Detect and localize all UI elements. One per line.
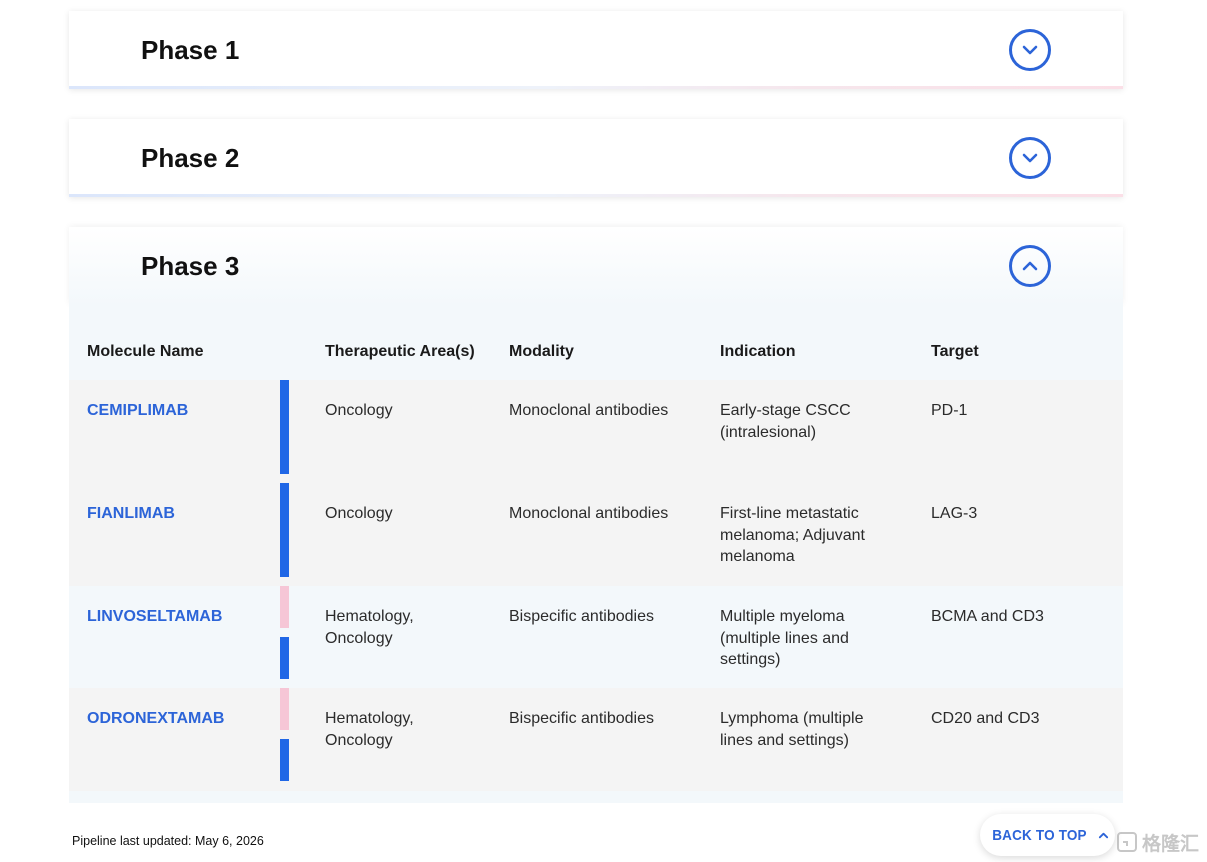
back-to-top-label: BACK TO TOP xyxy=(991,826,1087,844)
column-header-therapeutic-area: Therapeutic Area(s) xyxy=(325,343,475,360)
table-row: FIANLIMAB Oncology Monoclonal antibodies… xyxy=(69,483,1123,586)
column-header-modality: Modality xyxy=(509,343,574,360)
indication-cell: Multiple myeloma (multiple lines and set… xyxy=(720,608,849,668)
phase-bar xyxy=(280,739,289,781)
indication-cell: Lymphoma (multiple lines and settings) xyxy=(720,710,864,749)
accordion-phase-1[interactable]: Phase 1 xyxy=(69,11,1123,89)
molecule-name-link[interactable]: LINVOSELTAMAB xyxy=(87,606,222,628)
accordion-divider xyxy=(69,194,1123,197)
phase-bar xyxy=(280,380,289,474)
table-header: Molecule Name Therapeutic Area(s) Modali… xyxy=(69,305,1123,380)
collapse-toggle-button[interactable] xyxy=(1009,245,1051,287)
accordion-title: Phase 2 xyxy=(141,143,240,173)
watermark-logo: 格隆汇 xyxy=(1116,828,1199,856)
therapeutic-area-cell: Oncology xyxy=(325,505,393,522)
column-header-indication: Indication xyxy=(720,343,796,360)
modality-cell: Bispecific antibodies xyxy=(509,710,654,727)
accordion-title: Phase 1 xyxy=(141,35,240,65)
back-to-top-button[interactable]: BACK TO TOP xyxy=(980,814,1115,856)
modality-cell: Bispecific antibodies xyxy=(509,608,654,625)
chevron-up-icon xyxy=(1022,261,1038,271)
accordion-phase-2[interactable]: Phase 2 xyxy=(69,119,1123,197)
table-row: LINVOSELTAMAB Hematology, Oncology Bispe… xyxy=(69,586,1123,688)
target-cell: PD-1 xyxy=(931,402,968,419)
indication-cell: First-line metastatic melanoma; Adjuvant… xyxy=(720,505,865,565)
target-cell: LAG-3 xyxy=(931,505,978,522)
watermark-icon xyxy=(1117,832,1137,852)
molecule-name-link[interactable]: FIANLIMAB xyxy=(87,503,175,525)
phase-bar xyxy=(280,637,289,679)
chevron-down-icon xyxy=(1022,45,1038,55)
column-header-target: Target xyxy=(931,343,979,360)
column-header-molecule: Molecule Name xyxy=(87,343,204,360)
therapeutic-area-cell: Oncology xyxy=(325,402,393,419)
chevron-up-icon xyxy=(1098,832,1108,838)
molecule-name-link[interactable]: ODRONEXTAMAB xyxy=(87,708,224,730)
therapeutic-area-cell: Hematology, Oncology xyxy=(325,608,414,647)
target-cell: CD20 and CD3 xyxy=(931,710,1040,727)
phase-bar xyxy=(280,688,289,730)
modality-cell: Monoclonal antibodies xyxy=(509,505,669,522)
target-cell: BCMA and CD3 xyxy=(931,608,1044,625)
accordion-phase-3[interactable]: Phase 3 xyxy=(69,227,1123,305)
therapeutic-area-cell: Hematology, Oncology xyxy=(325,710,414,749)
expand-toggle-button[interactable] xyxy=(1009,137,1051,179)
watermark-text: 格隆汇 xyxy=(1142,833,1200,855)
accordion-divider xyxy=(69,86,1123,89)
phase-bar xyxy=(280,586,289,628)
phase-bar xyxy=(280,483,289,577)
pipeline-table: Molecule Name Therapeutic Area(s) Modali… xyxy=(69,305,1123,803)
indication-cell: Early-stage CSCC (intralesional) xyxy=(720,402,851,441)
table-row: CEMIPLIMAB Oncology Monoclonal antibodie… xyxy=(69,380,1123,483)
chevron-down-icon xyxy=(1022,153,1038,163)
table-row: ODRONEXTAMAB Hematology, Oncology Bispec… xyxy=(69,688,1123,791)
last-updated-note: Pipeline last updated: May 6, 2026 xyxy=(72,834,264,848)
molecule-name-link[interactable]: CEMIPLIMAB xyxy=(87,400,188,422)
accordion-title: Phase 3 xyxy=(141,251,240,281)
expand-toggle-button[interactable] xyxy=(1009,29,1051,71)
modality-cell: Monoclonal antibodies xyxy=(509,402,669,419)
